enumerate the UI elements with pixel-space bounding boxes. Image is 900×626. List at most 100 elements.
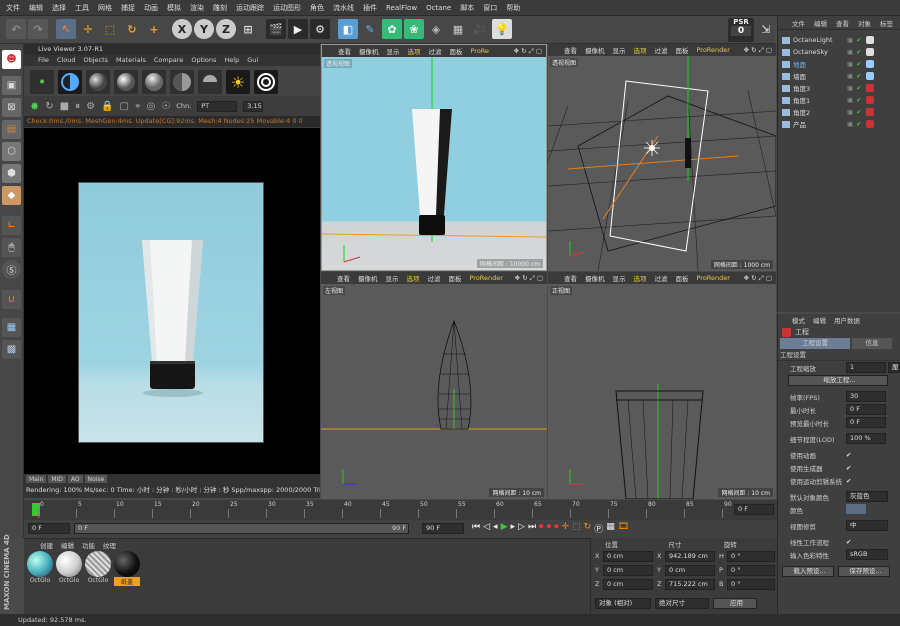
key-pla-icon[interactable]: ▦ bbox=[606, 522, 615, 535]
menu-item[interactable]: 动画 bbox=[144, 3, 158, 13]
menu-item[interactable]: 工具 bbox=[75, 3, 89, 13]
pick-icon[interactable]: ⌖ bbox=[135, 101, 141, 112]
rotate-icon[interactable]: ↻ bbox=[122, 19, 142, 39]
material-swatch[interactable]: OctGlo bbox=[85, 551, 111, 586]
visibility-dots-icon[interactable]: ▣ bbox=[847, 36, 853, 44]
renderer-label[interactable]: ProRe bbox=[471, 47, 490, 55]
focus-icon[interactable]: ◎ bbox=[147, 101, 156, 112]
tag-icon[interactable] bbox=[865, 72, 874, 80]
mix-sphere-icon[interactable] bbox=[170, 70, 194, 94]
enabled-check-icon[interactable]: ✔ bbox=[856, 60, 861, 68]
scale-input[interactable]: 1 bbox=[846, 362, 886, 373]
viewport-front[interactable]: 查看 摄像机 显示 选项 过滤 面板 ProRender ✥ ↻ ⤢ ▢ 正视图 网格间距 :… bbox=[548, 272, 776, 499]
viewport-menu-item[interactable]: 摄像机 bbox=[359, 46, 379, 56]
tab-project-settings[interactable]: 工程设置 bbox=[780, 338, 850, 349]
axis-y-button[interactable]: Y bbox=[194, 19, 214, 39]
play-icon[interactable]: ▶ bbox=[501, 522, 508, 535]
grid-icon[interactable]: ▦ bbox=[2, 318, 21, 337]
texture-mode-icon[interactable]: ⊠ bbox=[2, 98, 21, 117]
specular-sphere-icon[interactable] bbox=[142, 70, 166, 94]
menu-item[interactable]: 渲染 bbox=[190, 3, 204, 13]
key-position-icon[interactable]: ✛ bbox=[562, 522, 570, 535]
film-icon[interactable]: 🎞 bbox=[618, 522, 629, 535]
size-input[interactable]: 942.189 cm bbox=[665, 551, 715, 562]
goto-start-icon[interactable]: ⏮ bbox=[472, 522, 480, 535]
visibility-dots-icon[interactable]: ▣ bbox=[847, 84, 853, 92]
viewport-perspective-main[interactable]: 查看 摄像机 显示 选项 过滤 面板 ProRe ✥ ↻ ⤢ ▢ 透视视图 网格间距 : 10… bbox=[321, 44, 547, 271]
redo-icon[interactable]: ↷ bbox=[28, 19, 48, 39]
gear-icon[interactable]: ⚙ bbox=[86, 101, 95, 112]
lv-menu-item[interactable]: Cloud bbox=[57, 55, 76, 66]
axis-z-button[interactable]: Z bbox=[216, 19, 236, 39]
lv-tab[interactable]: Noise bbox=[84, 475, 108, 483]
lv-menu-item[interactable]: Materials bbox=[116, 55, 146, 66]
viewport-menu-item[interactable]: 过滤 bbox=[428, 273, 441, 283]
viewport-menu-item[interactable]: 过滤 bbox=[429, 46, 442, 56]
use-motion-checkbox[interactable]: ✔ bbox=[846, 477, 851, 485]
enabled-check-icon[interactable]: ✔ bbox=[856, 48, 861, 56]
lv-menu-item[interactable]: Compare bbox=[154, 55, 184, 66]
floor-icon[interactable]: ▦ bbox=[448, 19, 468, 39]
attr-menu-item[interactable]: 编辑 bbox=[813, 315, 826, 325]
obj-menu-item[interactable]: 编辑 bbox=[814, 18, 827, 28]
refresh-icon[interactable]: ↻ bbox=[45, 101, 53, 112]
visibility-dots-icon[interactable]: ▣ bbox=[847, 96, 853, 104]
visibility-dots-icon[interactable]: ▣ bbox=[847, 72, 853, 80]
menu-item[interactable]: 雕刻 bbox=[213, 3, 227, 13]
menu-item[interactable]: RealFlow bbox=[386, 4, 417, 12]
menu-item[interactable]: 帮助 bbox=[506, 3, 520, 13]
rotation-input[interactable]: 0 ° bbox=[727, 579, 775, 590]
end-frame-field[interactable]: 90 F bbox=[422, 523, 464, 534]
live-select-icon[interactable]: ↖ bbox=[56, 19, 76, 39]
position-input[interactable]: 0 cm bbox=[603, 565, 653, 576]
menu-item[interactable]: 流水线 bbox=[333, 3, 354, 13]
enabled-check-icon[interactable]: ✔ bbox=[856, 120, 861, 128]
coord-mode-select[interactable]: 对象 (相对) bbox=[595, 598, 651, 609]
tab-info[interactable]: 信息 bbox=[852, 338, 892, 349]
render-picture-viewer-icon[interactable]: ▶ bbox=[288, 19, 308, 39]
color-swatch[interactable] bbox=[846, 504, 866, 514]
menu-item[interactable]: 模拟 bbox=[167, 3, 181, 13]
lv-menu-item[interactable]: Options bbox=[191, 55, 216, 66]
prev-frame-icon[interactable]: ◂ bbox=[493, 522, 498, 535]
linear-workflow-checkbox[interactable]: ✔ bbox=[846, 538, 851, 546]
renderer-label[interactable]: ProRender bbox=[470, 274, 503, 282]
apply-button[interactable]: 应用 bbox=[713, 598, 757, 609]
lv-menu-item[interactable]: Gui bbox=[247, 55, 258, 66]
next-key-icon[interactable]: ▷ bbox=[518, 522, 525, 535]
menu-item[interactable]: 插件 bbox=[363, 3, 377, 13]
viewport-menu-item[interactable]: 查看 bbox=[338, 46, 351, 56]
size-mode-select[interactable]: 绝对尺寸 bbox=[655, 598, 709, 609]
obj-menu-item[interactable]: 标签 bbox=[880, 18, 893, 28]
preview-range-slider[interactable]: 0 F bbox=[74, 523, 409, 534]
material-swatch[interactable]: OctGlo bbox=[56, 551, 82, 586]
target-icon[interactable] bbox=[254, 70, 278, 94]
prev-key-icon[interactable]: ◁ bbox=[483, 522, 490, 535]
menu-item[interactable]: 运动跟踪 bbox=[236, 3, 264, 13]
viewport-menu-item[interactable]: 摄像机 bbox=[585, 45, 605, 55]
lod-input[interactable]: 100 % bbox=[846, 433, 886, 444]
magnet-icon[interactable]: ∪ bbox=[2, 290, 21, 309]
menu-item[interactable]: 运动图形 bbox=[273, 3, 301, 13]
metallic-sphere-icon[interactable] bbox=[198, 70, 222, 94]
keyframe-selection-icon[interactable]: ⏺ bbox=[554, 522, 559, 535]
min-time-input[interactable]: 0 F bbox=[846, 404, 886, 415]
viewport-nav-icon[interactable]: ✥ ↻ ⤢ ▢ bbox=[744, 46, 776, 55]
autokey-icon[interactable]: ⏺ bbox=[547, 522, 552, 535]
viewport-menu-item[interactable]: 查看 bbox=[564, 45, 577, 55]
visibility-dots-icon[interactable]: ▣ bbox=[847, 108, 853, 116]
obj-menu-item[interactable]: 查看 bbox=[836, 18, 849, 28]
axis-x-button[interactable]: X bbox=[172, 19, 192, 39]
viewport-menu-item[interactable]: 过滤 bbox=[655, 273, 668, 283]
cloner-icon[interactable]: ❀ bbox=[404, 19, 424, 39]
enabled-check-icon[interactable]: ✔ bbox=[856, 36, 861, 44]
viewport-menu-item[interactable]: 面板 bbox=[676, 45, 689, 55]
viewport-nav-icon[interactable]: ✥ ↻ ⤢ ▢ bbox=[744, 274, 776, 283]
material-menu-item[interactable]: 创建 bbox=[40, 540, 53, 550]
tweak-icon[interactable]: 🖱 bbox=[2, 238, 21, 257]
viewport-menu-item[interactable]: 面板 bbox=[676, 273, 689, 283]
menu-item[interactable]: Octane bbox=[426, 4, 451, 12]
pause-icon[interactable]: ⏸ bbox=[75, 101, 80, 112]
viewport-menu-item[interactable]: 显示 bbox=[387, 46, 400, 56]
layout-icon[interactable]: ⇲ bbox=[756, 19, 776, 39]
